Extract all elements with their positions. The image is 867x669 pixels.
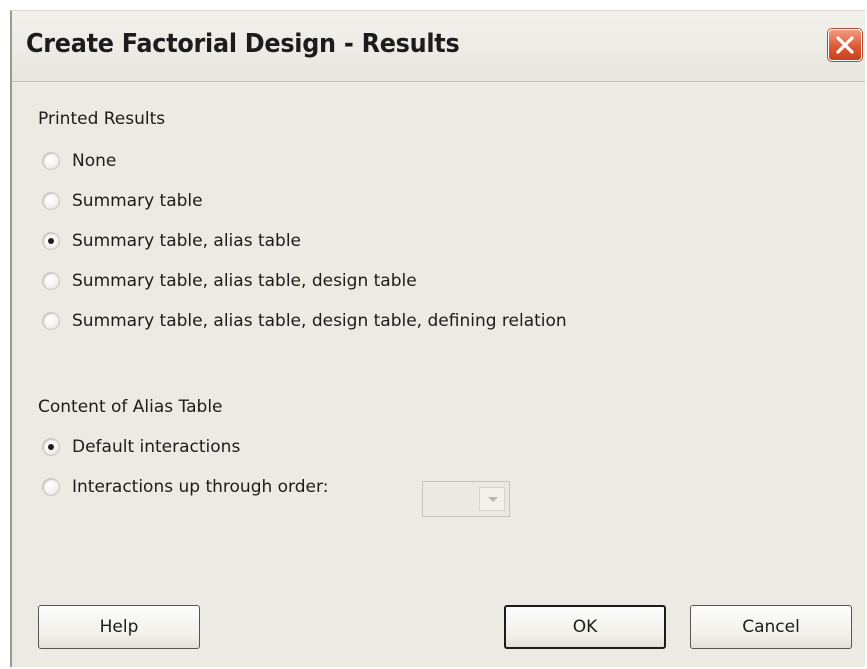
radio-button[interactable] [42, 312, 60, 330]
radio-summary-table[interactable]: Summary table [42, 189, 203, 213]
ok-button[interactable]: OK [504, 605, 666, 649]
printed-results-label: Printed Results [38, 109, 166, 129]
radio-label: Default interactions [72, 437, 241, 457]
radio-button-selected[interactable] [42, 232, 60, 250]
dialog-window: Create Factorial Design - Results Printe… [10, 10, 865, 667]
help-button[interactable]: Help [38, 605, 200, 649]
radio-selected-dot [48, 238, 54, 244]
radio-label: Summary table [72, 191, 203, 211]
radio-summary-alias-design-table[interactable]: Summary table, alias table, design table [42, 269, 417, 293]
alias-table-label: Content of Alias Table [38, 397, 223, 417]
radio-summary-alias-design-defining[interactable]: Summary table, alias table, design table… [42, 309, 567, 333]
radio-label: Interactions up through order: [72, 477, 329, 497]
radio-summary-alias-table[interactable]: Summary table, alias table [42, 229, 301, 253]
title-bar[interactable]: Create Factorial Design - Results [12, 11, 865, 81]
title-separator [12, 81, 865, 82]
radio-interactions-up-through-order[interactable]: Interactions up through order: [42, 475, 328, 499]
chevron-down-icon [488, 497, 498, 502]
radio-label: Summary table, alias table, design table [72, 271, 417, 291]
dropdown-arrow-button[interactable] [479, 487, 505, 511]
close-button[interactable] [828, 29, 862, 61]
radio-default-interactions[interactable]: Default interactions [42, 435, 240, 459]
radio-label: Summary table, alias table, design table… [72, 311, 567, 331]
radio-none[interactable]: None [42, 149, 116, 173]
order-dropdown[interactable] [422, 481, 510, 517]
window-title: Create Factorial Design - Results [26, 29, 460, 59]
order-dropdown-value [427, 486, 477, 512]
radio-button[interactable] [42, 152, 60, 170]
cancel-button[interactable]: Cancel [690, 605, 852, 649]
radio-button[interactable] [42, 192, 60, 210]
radio-label: Summary table, alias table [72, 231, 302, 251]
radio-label: None [72, 151, 117, 171]
radio-button-selected[interactable] [42, 438, 60, 456]
radio-selected-dot [48, 444, 54, 450]
radio-button[interactable] [42, 272, 60, 290]
radio-button[interactable] [42, 478, 60, 496]
close-icon [836, 36, 854, 54]
